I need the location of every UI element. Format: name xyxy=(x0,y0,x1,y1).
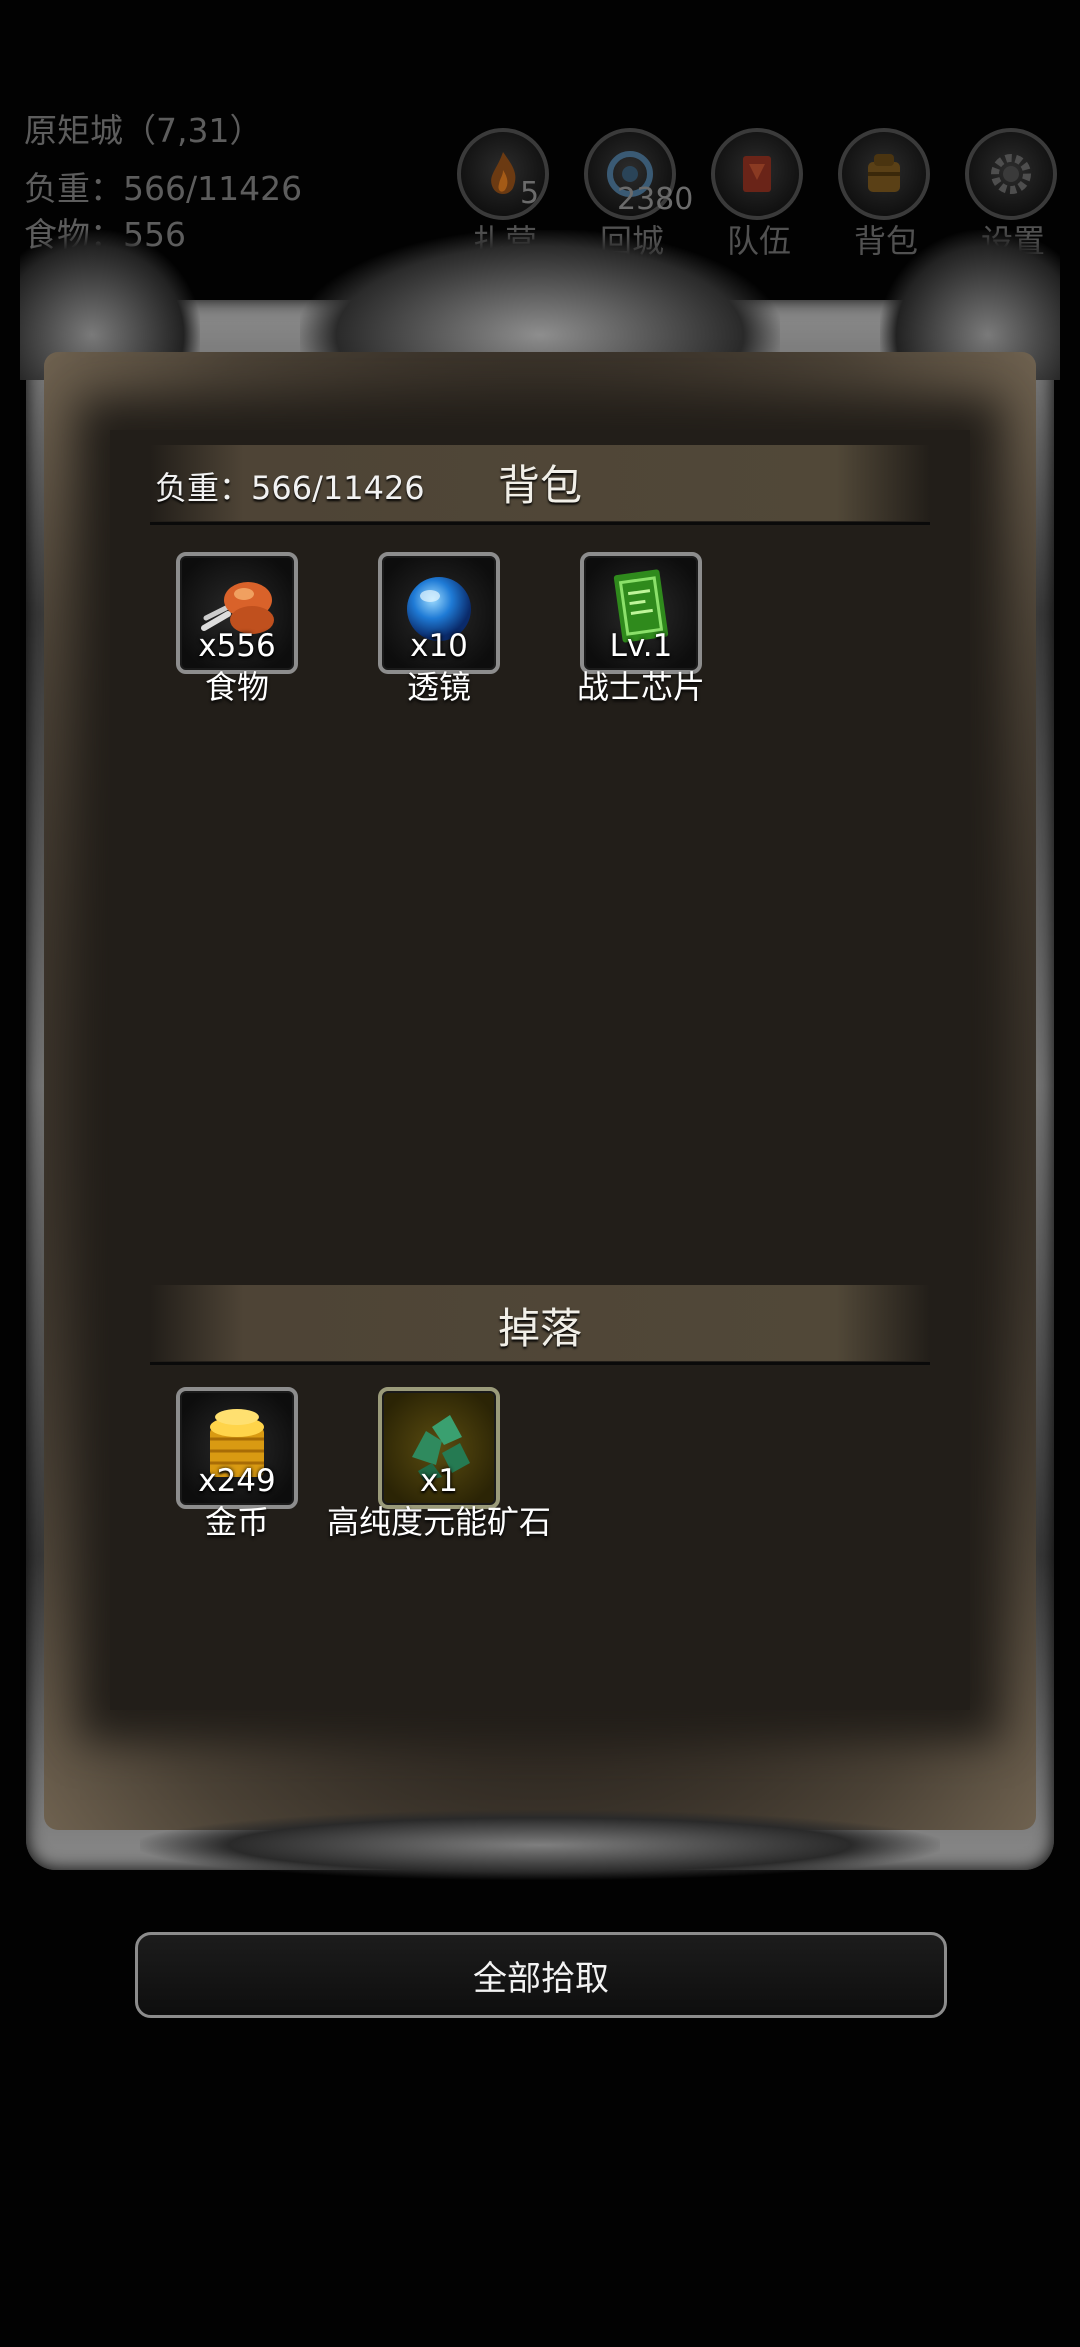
item-qty: x556 xyxy=(198,628,276,664)
drops-title: 掉落 xyxy=(497,1304,582,1353)
team-banner-icon xyxy=(711,128,803,220)
item-qty: x1 xyxy=(419,1463,459,1499)
drops-divider xyxy=(150,1362,930,1365)
item-slot-food[interactable]: x556 食物 xyxy=(176,552,298,706)
item-qty: x10 xyxy=(410,628,468,664)
item-name: 战士芯片 xyxy=(576,668,705,706)
backpack-icon xyxy=(838,128,930,220)
location-text: 原矩城（7,31） xyxy=(24,111,263,150)
item-name: 高纯度元能矿石 xyxy=(326,1503,551,1541)
item-slot-gold[interactable]: x249 金币 xyxy=(176,1387,298,1541)
camp-count: 5 xyxy=(520,176,540,211)
game-screen: 原矩城（7,31） 负重：566/11426 食物：556 5 扎营 2380 … xyxy=(0,0,1080,2347)
item-slot-warrior-chip[interactable]: Lv.1 战士芯片 xyxy=(577,552,705,706)
item-qty: Lv.1 xyxy=(609,628,673,664)
frame-ornament-bottom xyxy=(140,1810,940,1880)
item-qty: x249 xyxy=(198,1463,276,1499)
backpack-divider xyxy=(150,522,930,525)
load-text: 负重：566/11426 xyxy=(24,169,303,208)
gear-icon xyxy=(965,128,1057,220)
item-slot-lens[interactable]: x10 透镜 xyxy=(378,552,500,706)
backpack-title: 背包 xyxy=(497,461,582,510)
return-city-count: 2380 xyxy=(617,182,694,217)
pick-all-button[interactable]: 全部拾取 xyxy=(135,1932,947,2018)
item-slot-ore[interactable]: x1 高纯度元能矿石 xyxy=(327,1387,551,1541)
